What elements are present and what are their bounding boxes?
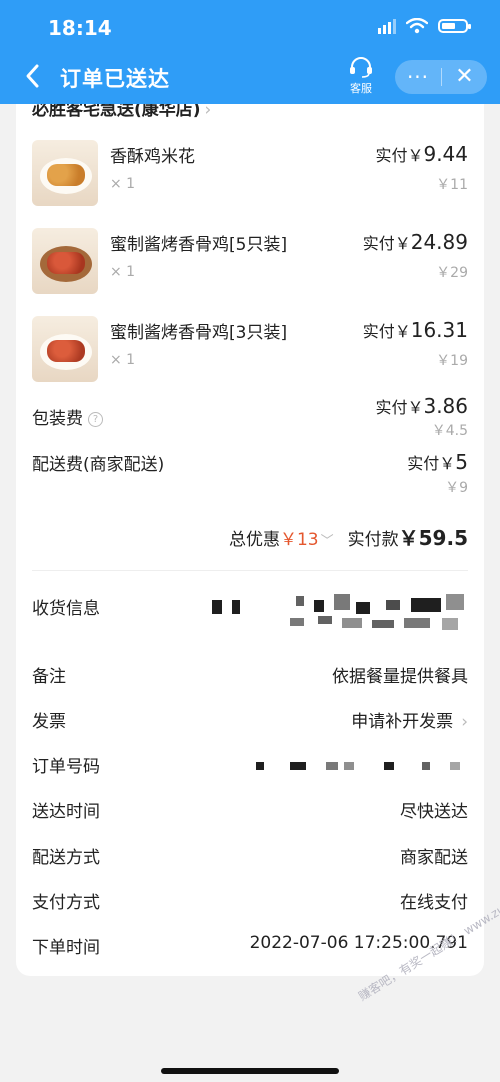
receiver-label: 收货信息 (32, 599, 100, 619)
item-name: 蜜制酱烤香骨鸡[3只装] (110, 323, 288, 343)
item-original-price: ￥29 (436, 265, 468, 281)
item-paid-price: 实付￥24.89 (362, 230, 468, 254)
item-quantity: × 1 (110, 176, 136, 192)
battery-icon (438, 19, 471, 33)
chevron-right-icon: › (204, 104, 212, 120)
discount-value[interactable]: ￥13 (280, 530, 319, 550)
payment-method-value: 在线支付 (400, 893, 468, 913)
total-value: ￥59.5 (398, 526, 468, 550)
help-icon[interactable]: ? (88, 412, 103, 427)
item-quantity: × 1 (110, 264, 136, 280)
back-icon[interactable] (22, 62, 46, 90)
chevron-down-icon[interactable]: ﹀ (321, 534, 334, 549)
headset-icon (350, 57, 372, 78)
item-paid-price: 实付￥9.44 (375, 142, 468, 166)
payment-method-label: 支付方式 (32, 893, 100, 913)
customer-service-button[interactable]: 客服 (343, 56, 379, 96)
total-label: 实付款 (347, 530, 399, 550)
invoice-label: 发票 (32, 712, 66, 732)
app-header: 18:14 订单已送达 客服 ··· ✕ (0, 0, 500, 104)
delivery-time-label: 送达时间 (32, 802, 100, 822)
item-original-price: ￥19 (436, 353, 468, 369)
signal-icon (378, 18, 396, 34)
customer-service-label: 客服 (350, 82, 372, 95)
store-name: 必胜客宅急送(康华店) (32, 104, 201, 120)
order-item[interactable]: 蜜制酱烤香骨鸡[5只装] × 1 实付￥24.89 ￥29 (32, 228, 468, 298)
packaging-fee-paid: 实付￥3.86 (375, 394, 468, 418)
delivery-time-value: 尽快送达 (400, 802, 468, 822)
packaging-fee-label: 包装费? (32, 404, 103, 429)
delivery-fee-label: 配送费(商家配送) (32, 455, 165, 475)
item-paid-price: 实付￥16.31 (362, 318, 468, 342)
more-button[interactable]: ··· (395, 60, 441, 94)
status-icons (378, 18, 471, 34)
receiver-info-redacted (206, 594, 470, 642)
order-number-label: 订单号码 (32, 757, 100, 777)
close-button[interactable]: ✕ (442, 60, 487, 94)
status-time: 18:14 (48, 16, 112, 40)
order-card: 必胜客宅急送(康华店) › 香酥鸡米花 × 1 实付￥9.44 ￥11 蜜制酱烤香… (16, 104, 484, 976)
store-name-link[interactable]: 必胜客宅急送(康华店) › (32, 104, 211, 120)
page-title: 订单已送达 (60, 67, 170, 91)
order-summary: 总优惠￥13 ﹀ 实付款￥59.5 (229, 522, 468, 551)
section-divider (32, 570, 468, 571)
discount-label: 总优惠 (228, 530, 280, 550)
item-image-roasted-chicken-3 (32, 316, 98, 382)
order-item[interactable]: 蜜制酱烤香骨鸡[3只装] × 1 实付￥16.31 ￥19 (32, 316, 468, 386)
delivery-method-value: 商家配送 (400, 848, 468, 868)
item-name: 香酥鸡米花 (110, 147, 195, 167)
item-image-roasted-chicken-5 (32, 228, 98, 294)
chevron-right-icon: › (461, 712, 468, 732)
item-name: 蜜制酱烤香骨鸡[5只装] (110, 235, 288, 255)
item-quantity: × 1 (110, 352, 136, 368)
mini-program-capsule: ··· ✕ (395, 60, 487, 94)
remark-label: 备注 (32, 667, 66, 687)
invoice-request-link[interactable]: 申请补开发票 › (351, 707, 468, 732)
item-original-price: ￥11 (436, 177, 468, 193)
delivery-fee-original: ￥9 (445, 480, 468, 496)
delivery-fee-paid: 实付￥5 (407, 450, 468, 474)
order-number-redacted (256, 760, 470, 774)
wifi-icon (406, 18, 428, 34)
remark-value: 依据餐量提供餐具 (332, 667, 468, 687)
home-indicator[interactable] (161, 1068, 339, 1074)
item-image-popcorn-chicken (32, 140, 98, 206)
packaging-fee-original: ￥4.5 (431, 423, 468, 439)
order-item[interactable]: 香酥鸡米花 × 1 实付￥9.44 ￥11 (32, 140, 468, 210)
order-time-label: 下单时间 (32, 938, 100, 958)
delivery-method-label: 配送方式 (32, 848, 100, 868)
